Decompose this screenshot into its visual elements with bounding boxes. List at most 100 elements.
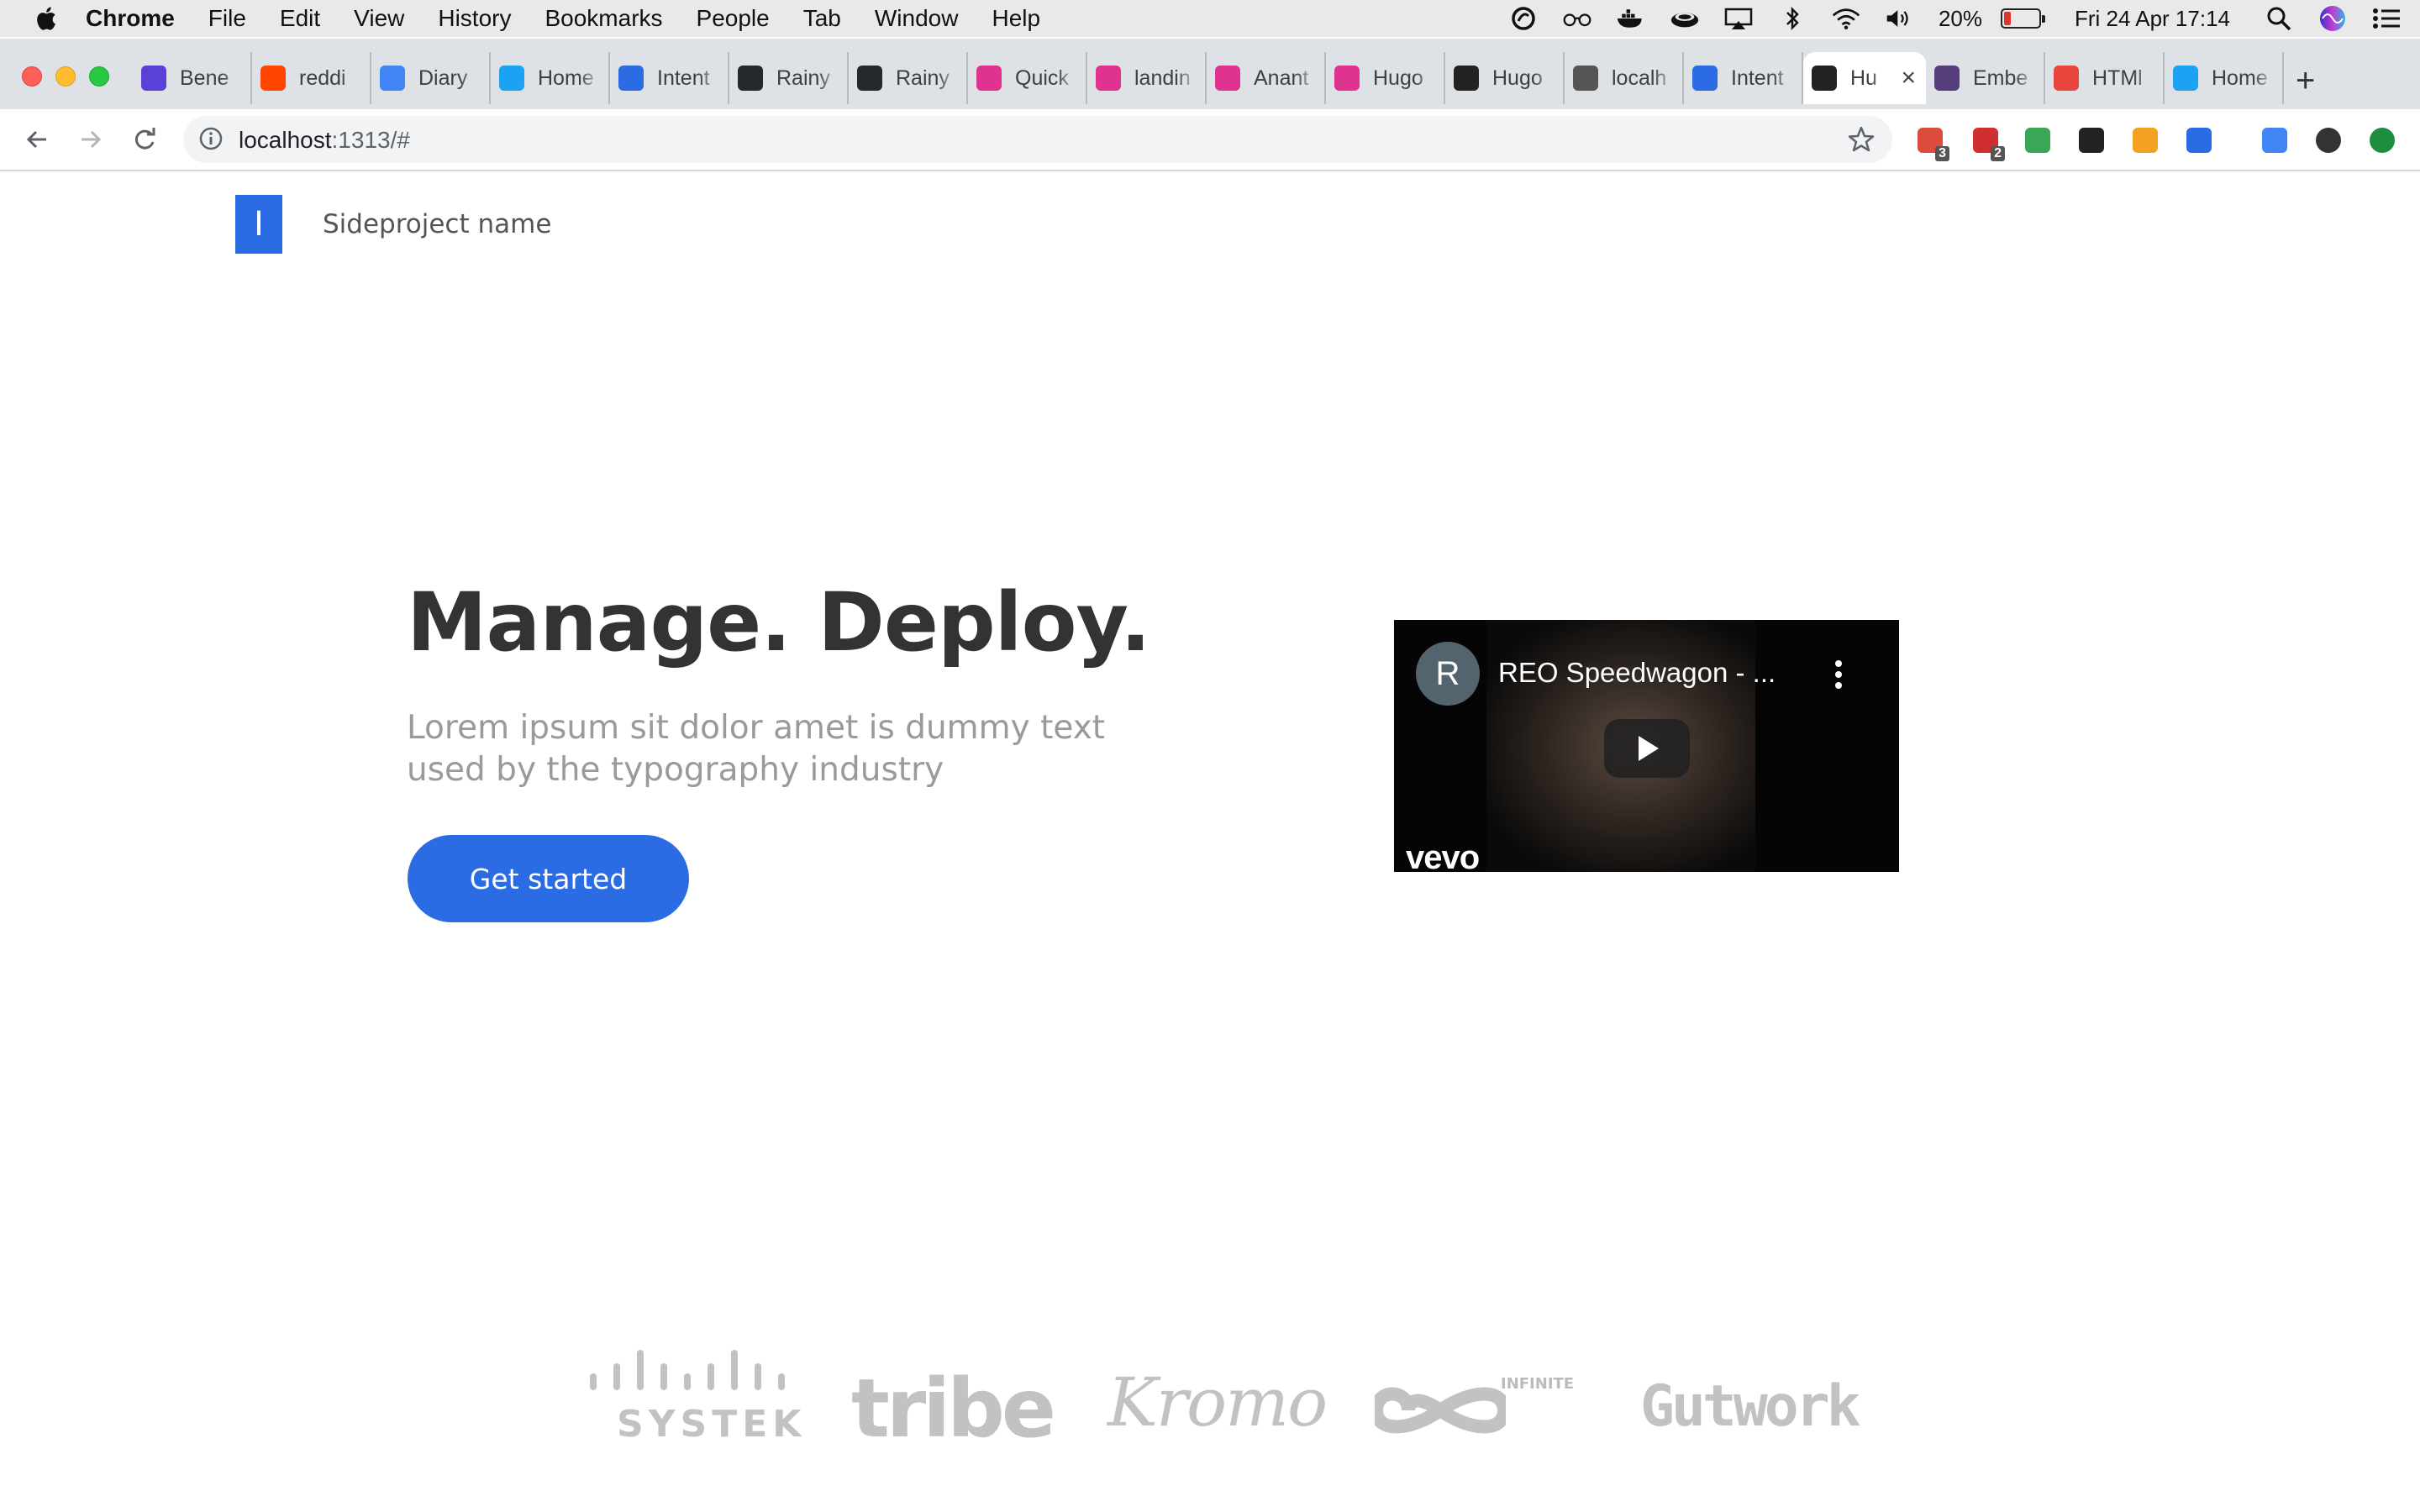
hugo-icon bbox=[1096, 66, 1121, 91]
apple-menu-icon[interactable] bbox=[34, 5, 57, 32]
cast-extension-icon[interactable] bbox=[2259, 124, 2291, 156]
battery-icon[interactable] bbox=[2001, 8, 2045, 29]
spotlight-search-icon[interactable] bbox=[2264, 6, 2294, 31]
browser-tab[interactable]: landin bbox=[1087, 52, 1207, 104]
browser-tab[interactable]: Home bbox=[2165, 52, 2284, 104]
video-more-options-icon[interactable] bbox=[1835, 660, 1844, 693]
browser-tab[interactable]: Intent bbox=[610, 52, 729, 104]
intent-extension-icon[interactable] bbox=[2183, 124, 2215, 156]
tab-title: Diary bbox=[418, 66, 468, 90]
browser-toolbar: localhost:1313/# 3 2 bbox=[0, 109, 2420, 171]
sync-icon[interactable] bbox=[1508, 6, 1539, 31]
browser-tab[interactable]: Rainy bbox=[729, 52, 849, 104]
menu-window[interactable]: Window bbox=[875, 5, 959, 32]
glasses-icon[interactable] bbox=[1562, 6, 1592, 31]
window-minimize-button[interactable] bbox=[55, 66, 76, 87]
menu-people[interactable]: People bbox=[697, 5, 770, 32]
reddit-icon bbox=[260, 66, 286, 91]
browser-tab[interactable]: Hugo bbox=[1445, 52, 1565, 104]
ghostery-extension-icon[interactable] bbox=[2022, 124, 2054, 156]
browser-tab[interactable]: Diary bbox=[371, 52, 491, 104]
siri-icon[interactable] bbox=[2317, 6, 2348, 31]
todoist-extension-icon[interactable]: 3 bbox=[1914, 124, 1949, 161]
docker-icon[interactable] bbox=[1616, 6, 1646, 31]
bluetooth-icon[interactable] bbox=[1777, 6, 1807, 31]
forward-button[interactable] bbox=[74, 123, 108, 156]
infinite-logo-mark bbox=[1375, 1387, 1506, 1434]
vevo-watermark: vevo bbox=[1406, 839, 1480, 872]
hugo-icon bbox=[1215, 66, 1240, 91]
font-finder-extension-icon[interactable] bbox=[2075, 124, 2107, 156]
hugo-themes-icon bbox=[1812, 66, 1837, 91]
browser-tab[interactable]: Rainy bbox=[849, 52, 968, 104]
battery-percent: 20% bbox=[1938, 5, 1982, 31]
update-glyph bbox=[2370, 128, 2395, 153]
notification-center-icon[interactable] bbox=[2371, 6, 2402, 31]
window-zoom-button[interactable] bbox=[89, 66, 109, 87]
update-icon[interactable] bbox=[2366, 124, 2398, 156]
menu-bar-datetime[interactable]: Fri 24 Apr 17:14 bbox=[2075, 6, 2230, 32]
color-wheel-icon bbox=[2054, 66, 2079, 91]
browser-tab[interactable]: Embe bbox=[1926, 52, 2045, 104]
address-bar-url[interactable]: localhost:1313/# bbox=[239, 127, 410, 154]
tab-title: Anant bbox=[1254, 66, 1309, 90]
menu-bookmarks[interactable]: Bookmarks bbox=[544, 5, 662, 32]
profile-avatar-icon[interactable] bbox=[2312, 124, 2344, 156]
macos-menu-bar: Chrome File Edit View History Bookmarks … bbox=[0, 0, 2420, 37]
tab-title: Quick bbox=[1015, 66, 1069, 90]
browser-tab[interactable]: Anant bbox=[1207, 52, 1326, 104]
browser-tab[interactable]: HTMl bbox=[2045, 52, 2165, 104]
extension-badge: 2 bbox=[1991, 146, 2005, 161]
browser-tab[interactable]: reddi bbox=[252, 52, 371, 104]
extension-badge: 3 bbox=[1935, 146, 1949, 161]
browser-tab[interactable]: localh bbox=[1565, 52, 1684, 104]
adblock-extension-icon[interactable]: 2 bbox=[1970, 124, 2005, 161]
menu-tab[interactable]: Tab bbox=[803, 5, 841, 32]
new-tab-button[interactable]: + bbox=[2296, 62, 2315, 100]
browser-tab[interactable]: Bene bbox=[133, 52, 252, 104]
browser-tab[interactable]: Quick bbox=[968, 52, 1087, 104]
menu-app-name[interactable]: Chrome bbox=[86, 5, 175, 32]
github-icon bbox=[738, 66, 763, 91]
menu-history[interactable]: History bbox=[438, 5, 511, 32]
browser-tab[interactable]: Home bbox=[491, 52, 610, 104]
bookmark-star-icon[interactable] bbox=[1847, 125, 1876, 154]
channel-avatar[interactable]: R bbox=[1416, 642, 1480, 706]
wifi-icon[interactable] bbox=[1831, 6, 1861, 31]
menu-view[interactable]: View bbox=[354, 5, 404, 32]
window-close-button[interactable] bbox=[22, 66, 42, 87]
menu-file[interactable]: File bbox=[208, 5, 246, 32]
menu-edit[interactable]: Edit bbox=[280, 5, 320, 32]
tab-close-icon[interactable]: × bbox=[1901, 64, 1916, 92]
airplay-icon[interactable] bbox=[1723, 6, 1754, 31]
back-button[interactable] bbox=[20, 123, 54, 156]
tab-list: Bene reddi Diary Home Intent Rainy Rainy Quick l… bbox=[133, 52, 2284, 104]
s-logo-icon bbox=[141, 66, 166, 91]
profile-avatar-glyph bbox=[2316, 128, 2341, 153]
tab-title: Rainy bbox=[776, 66, 830, 90]
tab-title: Home bbox=[538, 66, 594, 90]
browser-tab-strip: Bene reddi Diary Home Intent Rainy Rainy Quick l… bbox=[0, 39, 2420, 109]
video-title[interactable]: REO Speedwagon - ... bbox=[1498, 657, 1776, 689]
reload-button[interactable] bbox=[128, 123, 161, 156]
volume-icon[interactable] bbox=[1885, 6, 1915, 31]
address-bar[interactable]: localhost:1313/# bbox=[183, 116, 1892, 163]
site-info-icon[interactable] bbox=[198, 126, 224, 151]
coffee-cup-icon[interactable] bbox=[1670, 6, 1700, 31]
browser-tab[interactable]: Intent bbox=[1684, 52, 1803, 104]
get-started-button[interactable]: Get started bbox=[408, 835, 689, 922]
tab-title: reddi bbox=[299, 66, 346, 90]
site-logo[interactable]: I bbox=[235, 195, 282, 254]
twitter-icon bbox=[2173, 66, 2198, 91]
browser-tab[interactable]: Hugo bbox=[1326, 52, 1445, 104]
browser-tab-active[interactable]: Hu × bbox=[1803, 52, 1926, 104]
tab-title: Hugo bbox=[1373, 66, 1423, 90]
cast-extension-glyph bbox=[2262, 128, 2287, 153]
embedded-youtube-video[interactable]: R REO Speedwagon - ... vevo bbox=[1394, 620, 1899, 872]
menu-help[interactable]: Help bbox=[992, 5, 1040, 32]
wallet-extension-icon[interactable] bbox=[2129, 124, 2161, 156]
tab-title: Rainy bbox=[896, 66, 950, 90]
video-play-button[interactable] bbox=[1604, 719, 1690, 778]
site-brand-name[interactable]: Sideproject name bbox=[323, 209, 551, 239]
font-finder-extension-glyph bbox=[2079, 128, 2104, 153]
